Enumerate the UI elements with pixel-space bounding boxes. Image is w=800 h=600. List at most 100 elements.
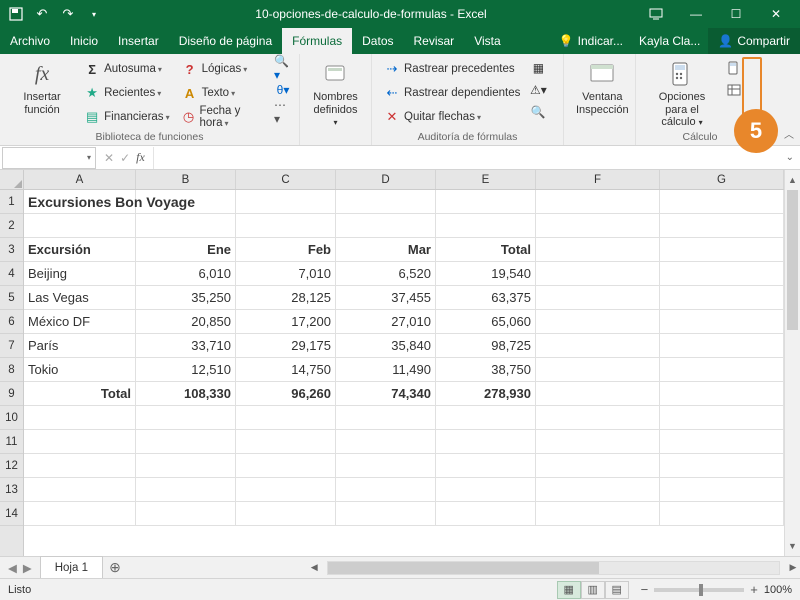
cell[interactable] — [436, 502, 536, 526]
cell[interactable] — [136, 478, 236, 502]
vertical-scrollbar[interactable]: ▲ ▼ — [784, 170, 800, 556]
cell[interactable] — [536, 238, 660, 262]
cancel-icon[interactable]: ✕ — [104, 151, 114, 165]
qat-customize-icon[interactable]: ▾ — [82, 2, 106, 26]
cell[interactable]: 108,330 — [136, 382, 236, 406]
column-header[interactable]: B — [136, 170, 236, 189]
tell-me[interactable]: 💡Indicar... — [551, 34, 631, 48]
cell[interactable] — [660, 286, 784, 310]
cell[interactable] — [536, 502, 660, 526]
share-button[interactable]: 👤Compartir — [708, 28, 800, 54]
cell[interactable] — [536, 286, 660, 310]
zoom-level[interactable]: 100% — [764, 584, 792, 596]
view-normal-icon[interactable]: ▦ — [557, 581, 581, 599]
tab-inicio[interactable]: Inicio — [60, 28, 108, 54]
cell[interactable] — [536, 430, 660, 454]
cell[interactable]: Excursiones Bon Voyage — [24, 190, 136, 214]
row-header[interactable]: 9 — [0, 382, 23, 406]
cell[interactable]: 35,840 — [336, 334, 436, 358]
cell[interactable]: 7,010 — [236, 262, 336, 286]
defined-names-button[interactable]: Nombres definidos ▾ — [306, 56, 365, 145]
lookup-icon[interactable]: 🔍▾ — [273, 58, 293, 78]
cell[interactable]: 6,010 — [136, 262, 236, 286]
cell[interactable] — [660, 406, 784, 430]
formula-input[interactable] — [153, 147, 780, 169]
cell[interactable] — [536, 478, 660, 502]
expand-formula-bar-icon[interactable]: ⌄ — [780, 152, 800, 163]
cell[interactable] — [660, 214, 784, 238]
collapse-ribbon-icon[interactable]: ︿ — [784, 126, 794, 141]
cell[interactable] — [536, 358, 660, 382]
cell[interactable]: Ene — [136, 238, 236, 262]
cell[interactable]: 11,490 — [336, 358, 436, 382]
tab-insertar[interactable]: Insertar — [108, 28, 169, 54]
watch-window-button[interactable]: Ventana Inspección — [570, 56, 635, 145]
cell[interactable] — [660, 190, 784, 214]
tab-revisar[interactable]: Revisar — [404, 28, 465, 54]
calc-now-icon[interactable] — [724, 58, 744, 78]
cell[interactable] — [536, 214, 660, 238]
row-header[interactable]: 10 — [0, 406, 23, 430]
cell[interactable] — [136, 430, 236, 454]
cell[interactable] — [660, 238, 784, 262]
row-header[interactable]: 2 — [0, 214, 23, 238]
cell[interactable] — [24, 430, 136, 454]
trace-dependents-button[interactable]: ⇠Rastrear dependientes — [380, 82, 524, 104]
cell[interactable] — [236, 190, 336, 214]
cell[interactable] — [336, 430, 436, 454]
cell[interactable]: 19,540 — [436, 262, 536, 286]
financial-button[interactable]: ▤Financieras — [80, 106, 173, 128]
cell[interactable] — [136, 454, 236, 478]
column-header[interactable]: A — [24, 170, 136, 189]
cell[interactable]: 12,510 — [136, 358, 236, 382]
cell[interactable] — [660, 310, 784, 334]
scroll-down-icon[interactable]: ▼ — [785, 538, 800, 554]
cell[interactable]: 96,260 — [236, 382, 336, 406]
maximize-icon[interactable]: ☐ — [716, 0, 756, 28]
cell[interactable] — [236, 214, 336, 238]
cell[interactable]: 65,060 — [436, 310, 536, 334]
enter-icon[interactable]: ✓ — [120, 151, 130, 165]
cell[interactable]: Excursión — [24, 238, 136, 262]
zoom-out-icon[interactable]: − — [641, 582, 649, 597]
row-header[interactable]: 14 — [0, 502, 23, 526]
tab-nav-next-icon[interactable]: ▶ — [23, 561, 32, 575]
cell[interactable] — [660, 358, 784, 382]
tab-datos[interactable]: Datos — [352, 28, 403, 54]
cell[interactable] — [336, 478, 436, 502]
cell[interactable] — [436, 214, 536, 238]
cell[interactable] — [336, 214, 436, 238]
cell[interactable] — [24, 454, 136, 478]
cell[interactable] — [336, 454, 436, 478]
cell[interactable] — [536, 334, 660, 358]
cell[interactable]: Las Vegas — [24, 286, 136, 310]
cell[interactable]: México DF — [24, 310, 136, 334]
column-header[interactable]: D — [336, 170, 436, 189]
row-header[interactable]: 6 — [0, 310, 23, 334]
cell[interactable]: 98,725 — [436, 334, 536, 358]
row-header[interactable]: 5 — [0, 286, 23, 310]
row-header[interactable]: 13 — [0, 478, 23, 502]
column-header[interactable]: F — [536, 170, 660, 189]
trace-precedents-button[interactable]: ⇢Rastrear precedentes — [380, 58, 524, 80]
cell[interactable] — [136, 190, 236, 214]
hscroll-left-icon[interactable]: ◀ — [307, 562, 321, 573]
cell[interactable]: 28,125 — [236, 286, 336, 310]
cell[interactable] — [136, 502, 236, 526]
cell[interactable]: 74,340 — [336, 382, 436, 406]
calc-sheet-icon[interactable] — [724, 80, 744, 100]
cell[interactable]: Tokio — [24, 358, 136, 382]
select-all-corner[interactable] — [0, 170, 23, 190]
cell[interactable]: 17,200 — [236, 310, 336, 334]
column-header[interactable]: E — [436, 170, 536, 189]
row-header[interactable]: 1 — [0, 190, 23, 214]
undo-icon[interactable]: ↶ — [30, 2, 54, 26]
zoom-in-icon[interactable]: + — [750, 582, 758, 597]
tab-diseno[interactable]: Diseño de página — [169, 28, 282, 54]
cell[interactable] — [660, 454, 784, 478]
remove-arrows-button[interactable]: ✕Quitar flechas — [380, 106, 524, 128]
row-header[interactable]: 12 — [0, 454, 23, 478]
math-icon[interactable]: θ▾ — [273, 80, 293, 100]
hscroll-right-icon[interactable]: ▶ — [786, 562, 800, 573]
datetime-button[interactable]: ◷Fecha y hora — [178, 106, 267, 128]
